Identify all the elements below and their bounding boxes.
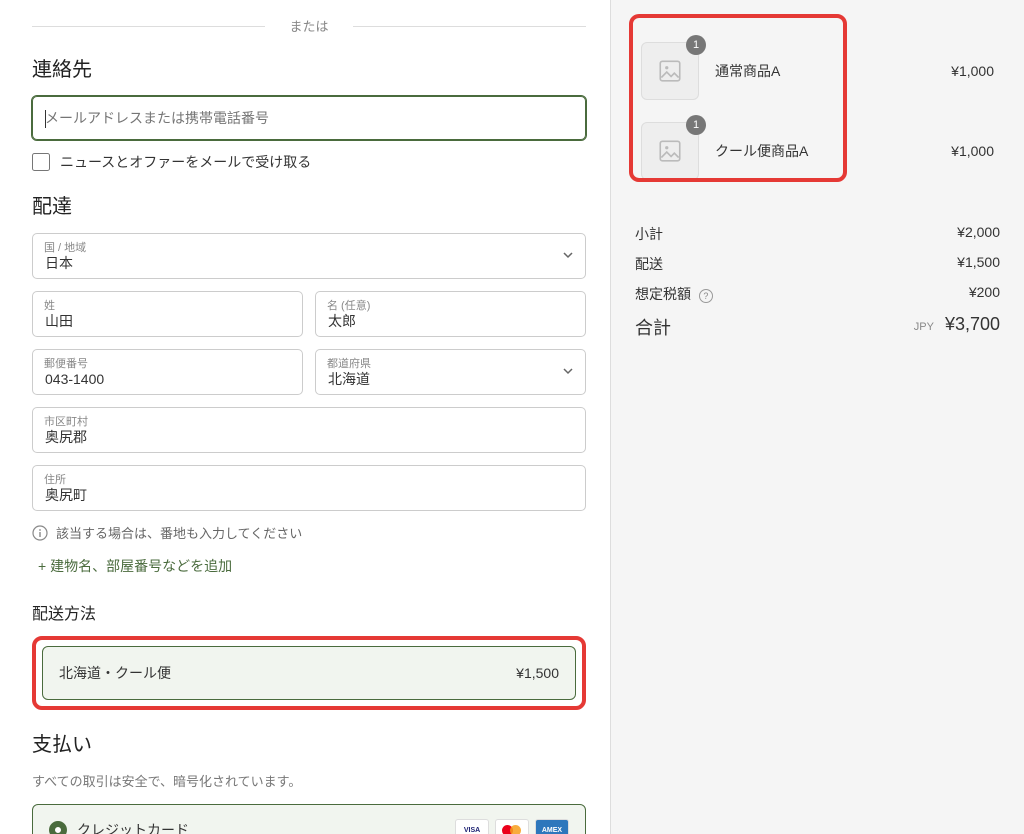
payment-note: すべての取引は安全で、暗号化されています。 — [32, 771, 586, 790]
shipping-option-label: 北海道・クール便 — [59, 663, 171, 683]
card-logos: VISA AMEX — [455, 819, 569, 834]
lastname-label: 姓 — [44, 297, 55, 313]
tax-value: ¥200 — [969, 284, 1000, 304]
subtotal-label: 小計 — [635, 224, 663, 244]
cart-item: 1 通常商品A ¥1,000 — [641, 42, 994, 100]
mastercard-icon — [495, 819, 529, 834]
total-label: 合計 — [635, 314, 671, 340]
country-label: 国 / 地域 — [44, 239, 86, 255]
address-field[interactable]: 住所 — [32, 465, 586, 511]
order-summary: 小計 ¥2,000 配送 ¥1,500 想定税額 ? ¥200 合計 JPY ¥… — [635, 224, 1000, 340]
help-icon[interactable]: ? — [699, 289, 713, 303]
city-label: 市区町村 — [44, 413, 88, 429]
country-field[interactable]: 国 / 地域 日本 — [32, 233, 586, 279]
shipping-method-heading: 配送方法 — [32, 600, 586, 624]
city-field[interactable]: 市区町村 — [32, 407, 586, 453]
firstname-label: 名 (任意) — [327, 297, 370, 313]
info-icon — [32, 525, 48, 541]
cart-item: 1 クール便商品A ¥1,000 — [641, 122, 994, 180]
email-field-wrapper[interactable] — [32, 96, 586, 140]
city-input[interactable] — [32, 407, 586, 453]
shipping-highlight: 北海道・クール便 ¥1,500 — [32, 636, 586, 710]
visa-icon: VISA — [455, 819, 489, 834]
radio-selected-icon — [49, 821, 67, 834]
shipping-option-price: ¥1,500 — [516, 665, 559, 681]
country-select[interactable]: 日本 — [32, 233, 586, 279]
or-divider: または — [32, 16, 586, 35]
quantity-badge: 1 — [686, 115, 706, 135]
total-value: ¥3,700 — [945, 314, 1000, 334]
subtotal-value: ¥2,000 — [957, 224, 1000, 244]
product-thumbnail: 1 — [641, 42, 699, 100]
address-hint: 該当する場合は、番地も入力してください — [32, 523, 586, 542]
firstname-field[interactable]: 名 (任意) — [315, 291, 586, 337]
text-caret — [45, 110, 46, 128]
quantity-badge: 1 — [686, 35, 706, 55]
lastname-input[interactable] — [32, 291, 303, 337]
currency-label: JPY — [914, 321, 934, 333]
payment-heading: 支払い — [32, 728, 586, 757]
shipping-option[interactable]: 北海道・クール便 ¥1,500 — [42, 646, 576, 700]
email-input[interactable] — [32, 96, 586, 140]
cart-item-name: 通常商品A — [715, 61, 951, 81]
contact-heading: 連絡先 — [32, 53, 586, 82]
credit-card-option[interactable]: クレジットカード VISA AMEX — [32, 804, 586, 834]
cart-item-price: ¥1,000 — [951, 143, 994, 159]
prefecture-field[interactable]: 都道府県 北海道 — [315, 349, 586, 395]
credit-card-label: クレジットカード — [77, 820, 189, 834]
newsletter-checkbox[interactable] — [32, 153, 50, 171]
cart-item-name: クール便商品A — [715, 141, 951, 161]
image-placeholder-icon — [657, 58, 683, 84]
postal-field[interactable]: 郵便番号 — [32, 349, 303, 395]
cart-items: 1 通常商品A ¥1,000 1 クール便商品A ¥1,000 — [635, 24, 1000, 214]
newsletter-label: ニュースとオファーをメールで受け取る — [60, 152, 311, 172]
add-building-link[interactable]: + 建物名、部屋番号などを追加 — [38, 556, 586, 576]
shipping-value: ¥1,500 — [957, 254, 1000, 274]
delivery-heading: 配達 — [32, 190, 586, 219]
address-label: 住所 — [44, 471, 66, 487]
image-placeholder-icon — [657, 138, 683, 164]
product-thumbnail: 1 — [641, 122, 699, 180]
cart-item-price: ¥1,000 — [951, 63, 994, 79]
lastname-field[interactable]: 姓 — [32, 291, 303, 337]
shipping-label: 配送 — [635, 254, 663, 274]
prefecture-label: 都道府県 — [327, 355, 371, 371]
tax-label: 想定税額 — [635, 286, 691, 302]
postal-label: 郵便番号 — [44, 355, 88, 371]
amex-icon: AMEX — [535, 819, 569, 834]
address-input[interactable] — [32, 465, 586, 511]
